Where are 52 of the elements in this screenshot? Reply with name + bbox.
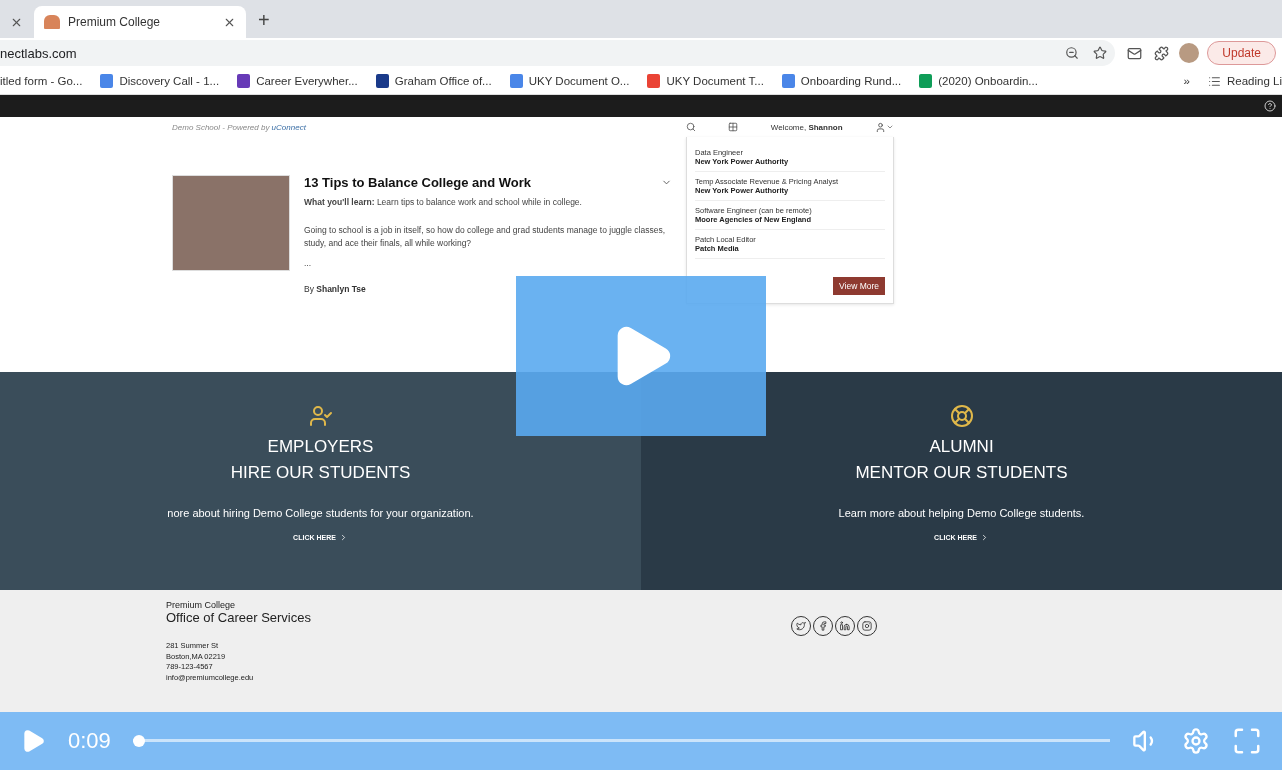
bookmark-icon [509, 74, 523, 88]
bookmark-icon [919, 74, 933, 88]
bookmark[interactable]: Onboarding Rund... [781, 74, 902, 88]
bookmark[interactable]: Career Everywher... [237, 74, 358, 88]
list-icon[interactable] [1208, 74, 1221, 88]
promo-heading: EMPLOYERS HIRE OUR STUDENTS [230, 436, 411, 485]
grid-icon[interactable] [728, 122, 739, 132]
bookmark-icon [647, 74, 661, 88]
new-tab-button[interactable]: + [258, 9, 270, 32]
article-body: Going to school is a job in itself, so how do college and grad students manage to juggle classes, study, and ace their finals, all while working? [304, 223, 666, 251]
address-field[interactable]: nectlabs.com [0, 40, 1116, 66]
ellipsis: ... [304, 256, 313, 270]
bookmark[interactable]: UKY Document T... [647, 74, 764, 88]
learn-text: What you'll learn: Learn tips to balance work and school while in college. [304, 196, 583, 209]
help-icon[interactable] [1264, 100, 1276, 112]
lifebuoy-icon [949, 404, 974, 428]
bookmark[interactable]: Discovery Call - 1... [100, 74, 220, 88]
update-button[interactable]: Update [1207, 41, 1276, 65]
bookmark-icon [100, 74, 114, 88]
reading-list[interactable]: Reading Li [1227, 75, 1282, 87]
play-button[interactable] [516, 276, 766, 436]
mail-icon[interactable] [1127, 45, 1143, 61]
bookmark-icon [237, 74, 251, 88]
bookmark[interactable]: itled form - Go... [0, 75, 83, 87]
view-more-button[interactable]: View More [833, 277, 885, 295]
college-name: Premium College [166, 600, 237, 610]
browser-tab[interactable]: Premium College [34, 6, 246, 38]
author-text: By Shanlyn Tse [304, 284, 366, 295]
puzzle-icon[interactable] [1154, 45, 1170, 61]
seek-thumb[interactable] [132, 735, 145, 747]
office-name: Office of Career Services [166, 610, 311, 625]
bookmark[interactable]: Graham Office of... [375, 74, 492, 88]
more-bookmarks[interactable]: » [1183, 75, 1190, 87]
bookmark-icon [781, 74, 795, 88]
bookmark[interactable]: UKY Document O... [509, 74, 630, 88]
time-display: 0:09 [68, 728, 111, 754]
welcome-text: Welcome, Shannon [770, 122, 843, 132]
building-icon [44, 15, 60, 29]
brand-text: Demo School - Powered by uConnect [172, 121, 307, 134]
avatar-circle[interactable] [1179, 43, 1200, 63]
promo-heading: ALUMNI MENTOR OUR STUDENTS [855, 436, 1068, 485]
zoom-out-icon[interactable] [1065, 46, 1080, 60]
article-title[interactable]: 13 Tips to Balance College and Work [304, 175, 532, 190]
user-check-icon [308, 404, 333, 428]
star-icon[interactable] [1093, 46, 1108, 60]
promo-text: nore about hiring Demo College students for your organization. [167, 506, 474, 519]
bookmark[interactable]: (2020) Onboardin... [919, 74, 1038, 88]
search-icon[interactable] [686, 122, 696, 132]
user-icon[interactable] [875, 121, 894, 133]
promo-text: Learn more about helping Demo College students. [838, 506, 1085, 519]
bookmark-icon [375, 74, 389, 88]
brand-link[interactable]: uConnect [271, 122, 306, 132]
